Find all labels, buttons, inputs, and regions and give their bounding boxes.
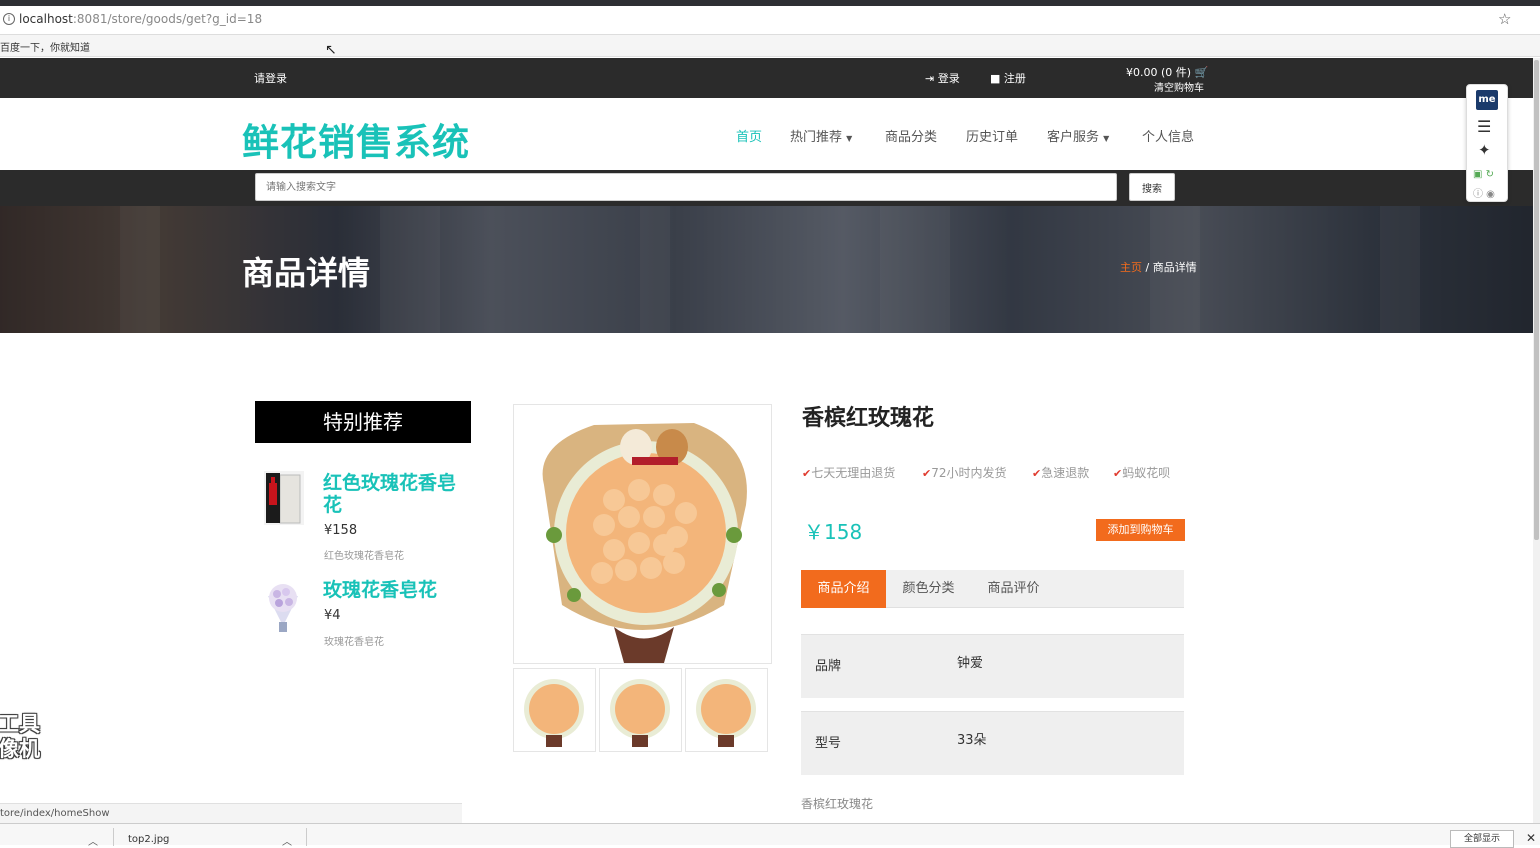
site-header: 鲜花销售系统 首页 热门推荐 ▼ 商品分类 历史订单 客户服务 ▼ 个人信息: [0, 98, 1533, 170]
chevron-up-icon[interactable]: ︿: [88, 833, 98, 848]
please-login-link[interactable]: 请登录: [254, 70, 287, 86]
extension-panel: me ☰ ✦ ▣ ↻ ⓘ ◉: [1466, 84, 1508, 202]
service-badge: ✔七天无理由退货: [802, 466, 896, 480]
address-bar[interactable]: i localhost:8081/store/goods/get?g_id=18…: [0, 6, 1540, 35]
login-link[interactable]: ⇥ 登录: [925, 70, 960, 86]
refresh-icon[interactable]: ▣ ↻: [1473, 169, 1494, 180]
hero-banner: 商品详情 主页 / 商品详情: [0, 206, 1533, 333]
status-url: tore/index/homeShow: [0, 808, 110, 819]
site-logo[interactable]: 鲜花销售系统: [242, 112, 470, 166]
recommend-thumb-2[interactable]: [258, 576, 308, 636]
nav-profile[interactable]: 个人信息: [1142, 126, 1194, 145]
status-bar: tore/index/homeShow: [0, 803, 462, 823]
info-icon[interactable]: i: [3, 13, 15, 25]
recommend-thumb-1[interactable]: [262, 469, 306, 529]
caret-down-icon: ▼: [1103, 134, 1110, 143]
attribute-row: 品牌 钟爱: [801, 634, 1184, 698]
product-main-image[interactable]: [513, 404, 772, 664]
breadcrumb: 主页 / 商品详情: [1120, 261, 1197, 274]
breadcrumb-home[interactable]: 主页: [1120, 261, 1142, 274]
extension-me-icon[interactable]: me: [1476, 90, 1498, 110]
product-price: ￥158: [804, 520, 863, 544]
download-item[interactable]: top2.jpg: [128, 834, 169, 845]
eye-icon[interactable]: ⓘ ◉: [1473, 185, 1495, 200]
tab-intro[interactable]: 商品介绍: [801, 570, 886, 608]
recommend-price-1: ¥158: [324, 523, 358, 538]
service-badge: ✔72小时内发货: [922, 466, 1007, 480]
service-badge: ✔急速退款: [1032, 466, 1090, 480]
login-icon: ⇥: [925, 72, 935, 85]
chevron-up-icon[interactable]: ︿: [282, 833, 292, 848]
attribute-value: 33朵: [957, 733, 987, 748]
product-thumb-2[interactable]: [599, 668, 682, 752]
breadcrumb-current: 商品详情: [1152, 261, 1197, 274]
tab-reviews[interactable]: 商品评价: [971, 570, 1056, 608]
download-bar: ︿ top2.jpg ︿ 全部显示 ✕: [0, 823, 1540, 848]
nav-hot[interactable]: 热门推荐 ▼: [790, 126, 852, 145]
show-all-button[interactable]: 全部显示: [1450, 830, 1514, 848]
cart-summary[interactable]: ¥0.00 (0 件) 🛒: [1126, 64, 1208, 80]
product-thumb-1[interactable]: [513, 668, 596, 752]
register-link[interactable]: ■ 注册: [990, 70, 1026, 86]
bookmark-baidu[interactable]: 百度一下，你就知道: [0, 39, 90, 54]
product-thumb-3[interactable]: [685, 668, 768, 752]
attribute-key: 型号: [815, 736, 842, 751]
nav-orders[interactable]: 历史订单: [966, 126, 1018, 145]
register-icon: ■: [990, 72, 1001, 85]
top-nav-bar: 请登录 ⇥ 登录 ■ 注册 ¥0.00 (0 件) 🛒 清空购物车: [0, 58, 1533, 98]
check-icon: ✔: [802, 467, 812, 480]
product-description: 香槟红玫瑰花: [801, 797, 874, 811]
close-icon[interactable]: ✕: [1526, 831, 1536, 845]
tab-colors[interactable]: 颜色分类: [886, 570, 971, 608]
add-to-cart-button[interactable]: 添加到购物车: [1096, 519, 1185, 541]
search-button[interactable]: 搜索: [1129, 173, 1175, 201]
recommend-desc-1: 红色玫瑰花香皂花: [324, 551, 404, 562]
check-icon: ✔: [922, 467, 932, 480]
recommend-title-1[interactable]: 红色玫瑰花香皂花: [323, 472, 473, 516]
attribute-value: 钟爱: [957, 656, 984, 671]
caret-down-icon: ▼: [846, 134, 853, 143]
check-icon: ✔: [1113, 467, 1123, 480]
mouse-cursor-icon: ↖: [325, 42, 337, 58]
nav-home[interactable]: 首页: [736, 126, 762, 145]
search-input[interactable]: [255, 173, 1117, 201]
special-recommend-heading: 特别推荐: [255, 401, 471, 443]
product-tabs: 商品介绍 颜色分类 商品评价: [801, 570, 1184, 608]
service-badge: ✔蚂蚁花呗: [1113, 466, 1171, 480]
clear-cart-link[interactable]: 清空购物车: [1154, 79, 1204, 94]
nav-categories[interactable]: 商品分类: [885, 126, 937, 145]
attribute-row: 型号 33朵: [801, 711, 1184, 775]
bookmarks-bar: 百度一下，你就知道: [0, 35, 1540, 57]
recommend-price-2: ¥4: [324, 608, 341, 623]
magic-wand-icon[interactable]: ✦: [1478, 141, 1491, 159]
recorder-watermark: 工具 像机: [0, 712, 40, 761]
cart-icon: 🛒: [1194, 66, 1209, 79]
scrollbar-thumb[interactable]: [1534, 60, 1539, 540]
recommend-title-2[interactable]: 玫瑰花香皂花: [323, 579, 437, 601]
recommend-desc-2: 玫瑰花香皂花: [324, 637, 384, 648]
nav-service[interactable]: 客户服务 ▼: [1047, 126, 1109, 145]
search-band: 搜索: [0, 170, 1533, 206]
url-text[interactable]: localhost:8081/store/goods/get?g_id=18: [19, 12, 262, 26]
menu-icon[interactable]: ☰: [1477, 117, 1491, 136]
attribute-key: 品牌: [815, 659, 842, 674]
page-title: 商品详情: [242, 254, 371, 292]
product-title: 香槟红玫瑰花: [802, 406, 935, 431]
check-icon: ✔: [1032, 467, 1042, 480]
bookmark-star-icon[interactable]: ☆: [1498, 10, 1511, 28]
